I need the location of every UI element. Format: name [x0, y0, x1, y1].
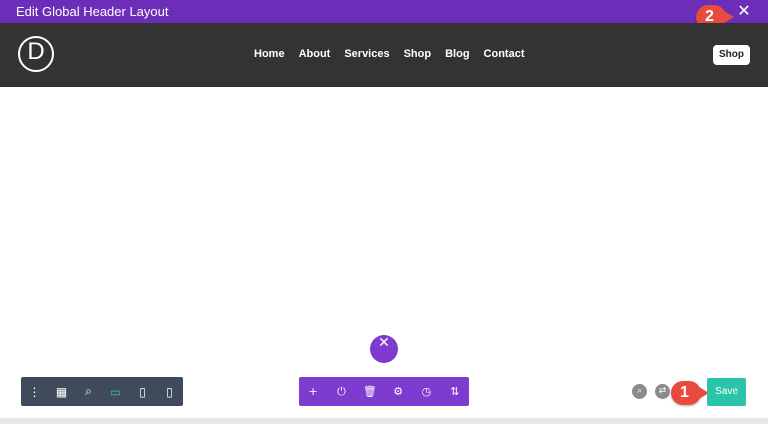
logo[interactable]: D — [18, 36, 54, 72]
annotation-callout-1: 1 — [671, 381, 709, 405]
settings-icon[interactable]: ⚙ — [388, 385, 408, 398]
layout-icon[interactable]: ▦ — [48, 377, 75, 406]
save-button[interactable]: Save — [707, 378, 746, 406]
close-icon[interactable]: ✕ — [370, 335, 398, 363]
window-title: Edit Global Header Layout — [16, 4, 169, 19]
nav-menu: Home About Services Shop Blog Contact — [254, 48, 525, 60]
history-icon[interactable]: ◷ — [416, 385, 436, 398]
search-icon[interactable]: ⌕ — [632, 384, 647, 399]
shop-button[interactable]: Shop — [713, 45, 750, 65]
annotation-number: 1 — [680, 384, 689, 401]
nav-item-services[interactable]: Services — [344, 48, 389, 60]
phone-icon[interactable]: ▯ — [156, 377, 183, 406]
header-preview: D Home About Services Shop Blog Contact … — [0, 23, 768, 87]
more-vertical-icon[interactable]: ⋮ — [21, 377, 48, 406]
page-settings-toolbar: + ⏻ 🗑 ⚙ ◷ ⇅ — [299, 377, 469, 406]
view-toolbar: ⋮ ▦ ⌕ ▭ ▯ ▯ — [21, 377, 183, 406]
sort-icon[interactable]: ⇅ — [445, 385, 465, 398]
trash-icon[interactable]: 🗑 — [360, 385, 380, 398]
add-icon[interactable]: + — [303, 385, 323, 398]
desktop-icon[interactable]: ▭ — [102, 377, 129, 406]
nav-item-blog[interactable]: Blog — [445, 48, 469, 60]
nav-item-shop[interactable]: Shop — [404, 48, 432, 60]
tablet-icon[interactable]: ▯ — [129, 377, 156, 406]
power-icon[interactable]: ⏻ — [331, 385, 351, 399]
portability-icon[interactable]: ⇄ — [655, 384, 670, 399]
nav-item-about[interactable]: About — [299, 48, 331, 60]
close-icon[interactable]: ✕ — [734, 1, 754, 21]
nav-item-home[interactable]: Home — [254, 48, 285, 60]
page-bottom-edge — [0, 418, 768, 424]
title-bar: Edit Global Header Layout ✕ — [0, 0, 768, 23]
nav-item-contact[interactable]: Contact — [484, 48, 525, 60]
search-icon[interactable]: ⌕ — [75, 377, 102, 406]
